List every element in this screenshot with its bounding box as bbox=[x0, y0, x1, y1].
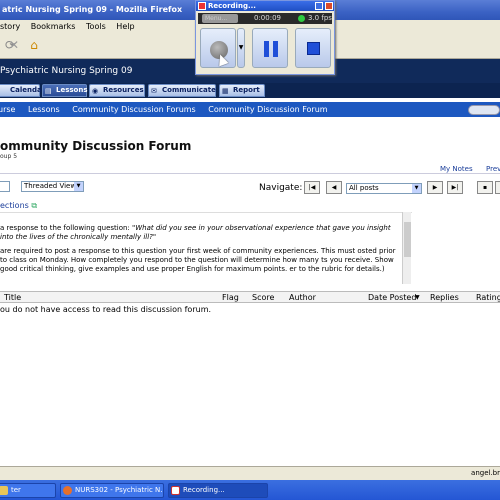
stop-button[interactable] bbox=[295, 28, 331, 68]
folder-icon bbox=[0, 486, 8, 495]
table-header: Title Flag Score Author Date Posted ▼ Re… bbox=[0, 291, 500, 303]
minimize-button[interactable] bbox=[315, 2, 323, 10]
tab-calendar[interactable]: Calendar bbox=[0, 84, 45, 97]
chevron-down-icon: ▼ bbox=[412, 184, 421, 193]
breadcrumb-course[interactable]: urse bbox=[0, 105, 15, 114]
col-score[interactable]: Score bbox=[252, 293, 274, 302]
menu-bookmarks[interactable]: Bookmarks bbox=[31, 22, 76, 31]
first-post-button[interactable]: |◀ bbox=[304, 181, 320, 194]
status-bar: angel.br bbox=[0, 466, 500, 480]
filter-select[interactable] bbox=[0, 181, 10, 192]
menu-history[interactable]: story bbox=[0, 22, 20, 31]
view-toggle[interactable] bbox=[468, 105, 500, 115]
recording-widget: Recording... Menu... 0:00:09 3.0 fps ▼ bbox=[195, 0, 335, 75]
my-notes-link[interactable]: My Notes bbox=[440, 165, 473, 173]
recorder-title-bar: Recording... bbox=[196, 1, 334, 11]
print-icon[interactable] bbox=[495, 181, 500, 194]
recorder-icon bbox=[198, 2, 206, 10]
pause-button[interactable] bbox=[252, 28, 288, 68]
stop-icon[interactable]: ✕ bbox=[7, 38, 21, 52]
taskbar-item-firefox[interactable]: NURS302 - Psychiatric N... bbox=[60, 483, 164, 498]
directions-scrollbar[interactable] bbox=[402, 212, 411, 284]
navigate-label: Navigate: bbox=[259, 183, 303, 193]
prev-link[interactable]: Prev bbox=[486, 165, 500, 173]
next-post-button[interactable]: ▶ bbox=[427, 181, 443, 194]
col-title[interactable]: Title bbox=[4, 293, 21, 302]
status-url: angel.br bbox=[471, 469, 500, 477]
col-rating[interactable]: Rating bbox=[476, 293, 500, 302]
tab-report[interactable]: ▦ Report bbox=[219, 84, 265, 97]
breadcrumb-lessons[interactable]: Lessons bbox=[28, 105, 60, 114]
directions-heading[interactable]: ections ⧉ bbox=[0, 201, 37, 211]
course-title: Psychiatric Nursing Spring 09 bbox=[0, 66, 133, 76]
col-flag[interactable]: Flag bbox=[222, 293, 239, 302]
firefox-icon bbox=[63, 486, 72, 495]
recorder-icon bbox=[171, 486, 180, 495]
breadcrumb-forum[interactable]: Community Discussion Forum bbox=[208, 105, 327, 114]
tab-resources[interactable]: ◉ Resources bbox=[89, 84, 145, 97]
access-message: ou do not have access to read this discu… bbox=[0, 305, 212, 314]
col-author[interactable]: Author bbox=[289, 293, 316, 302]
taskbar-item-recording[interactable]: Recording... bbox=[168, 483, 268, 498]
breadcrumb: urse Lessons Community Discussion Forums… bbox=[0, 102, 500, 117]
directions-paragraph-1: a response to the following question: "W… bbox=[0, 224, 391, 241]
previous-post-button[interactable]: ◀ bbox=[326, 181, 342, 194]
tab-communicate[interactable]: ✉ Communicate bbox=[148, 84, 216, 97]
directions-paragraph-2: are required to post a response to this … bbox=[0, 247, 396, 273]
communicate-icon: ✉ bbox=[151, 87, 157, 95]
close-button[interactable] bbox=[325, 2, 333, 10]
taskbar: ter NURS302 - Psychiatric N... Recording… bbox=[0, 480, 500, 500]
link-icon: ⧉ bbox=[31, 201, 38, 210]
divider bbox=[0, 173, 500, 174]
sort-desc-icon: ▼ bbox=[415, 294, 420, 301]
pause-icon bbox=[264, 41, 269, 57]
col-date-posted[interactable]: Date Posted bbox=[368, 293, 416, 302]
pause-icon-bar bbox=[273, 41, 278, 57]
taskbar-item-explorer[interactable]: ter bbox=[0, 483, 56, 498]
resources-icon: ◉ bbox=[92, 87, 99, 95]
menu-tools[interactable]: Tools bbox=[86, 22, 106, 31]
stop-icon bbox=[307, 42, 320, 55]
tab-lessons[interactable]: ▤ Lessons bbox=[42, 84, 88, 97]
page-subtitle: oup 5 bbox=[0, 153, 18, 160]
posts-select[interactable]: All posts ▼ bbox=[346, 183, 422, 194]
recorder-menu-button[interactable]: Menu... bbox=[202, 14, 238, 23]
status-indicator-icon bbox=[298, 15, 305, 22]
recorder-status-bar: Menu... 0:00:09 3.0 fps bbox=[198, 13, 332, 24]
elapsed-time: 0:00:09 bbox=[254, 14, 281, 22]
scroll-thumb[interactable] bbox=[404, 222, 411, 257]
view-select[interactable]: Threaded View ▼ bbox=[21, 181, 84, 192]
save-icon[interactable]: ▪ bbox=[477, 181, 493, 194]
last-post-button[interactable]: ▶| bbox=[447, 181, 463, 194]
page-title: ommunity Discussion Forum bbox=[0, 139, 192, 153]
lessons-icon: ▤ bbox=[45, 87, 52, 95]
course-tabs: Calendar ▤ Lessons ◉ Resources ✉ Communicat… bbox=[0, 83, 500, 98]
record-options-dropdown[interactable]: ▼ bbox=[237, 28, 245, 68]
menu-help[interactable]: Help bbox=[116, 22, 134, 31]
home-icon[interactable]: ⌂ bbox=[27, 38, 41, 52]
chevron-down-icon: ▼ bbox=[74, 182, 83, 191]
breadcrumb-forums[interactable]: Community Discussion Forums bbox=[72, 105, 195, 114]
col-replies[interactable]: Replies bbox=[430, 293, 459, 302]
report-icon: ▦ bbox=[222, 87, 229, 95]
window-title: atric Nursing Spring 09 - Mozilla Firefo… bbox=[2, 5, 183, 14]
fps-readout: 3.0 fps bbox=[308, 14, 332, 22]
